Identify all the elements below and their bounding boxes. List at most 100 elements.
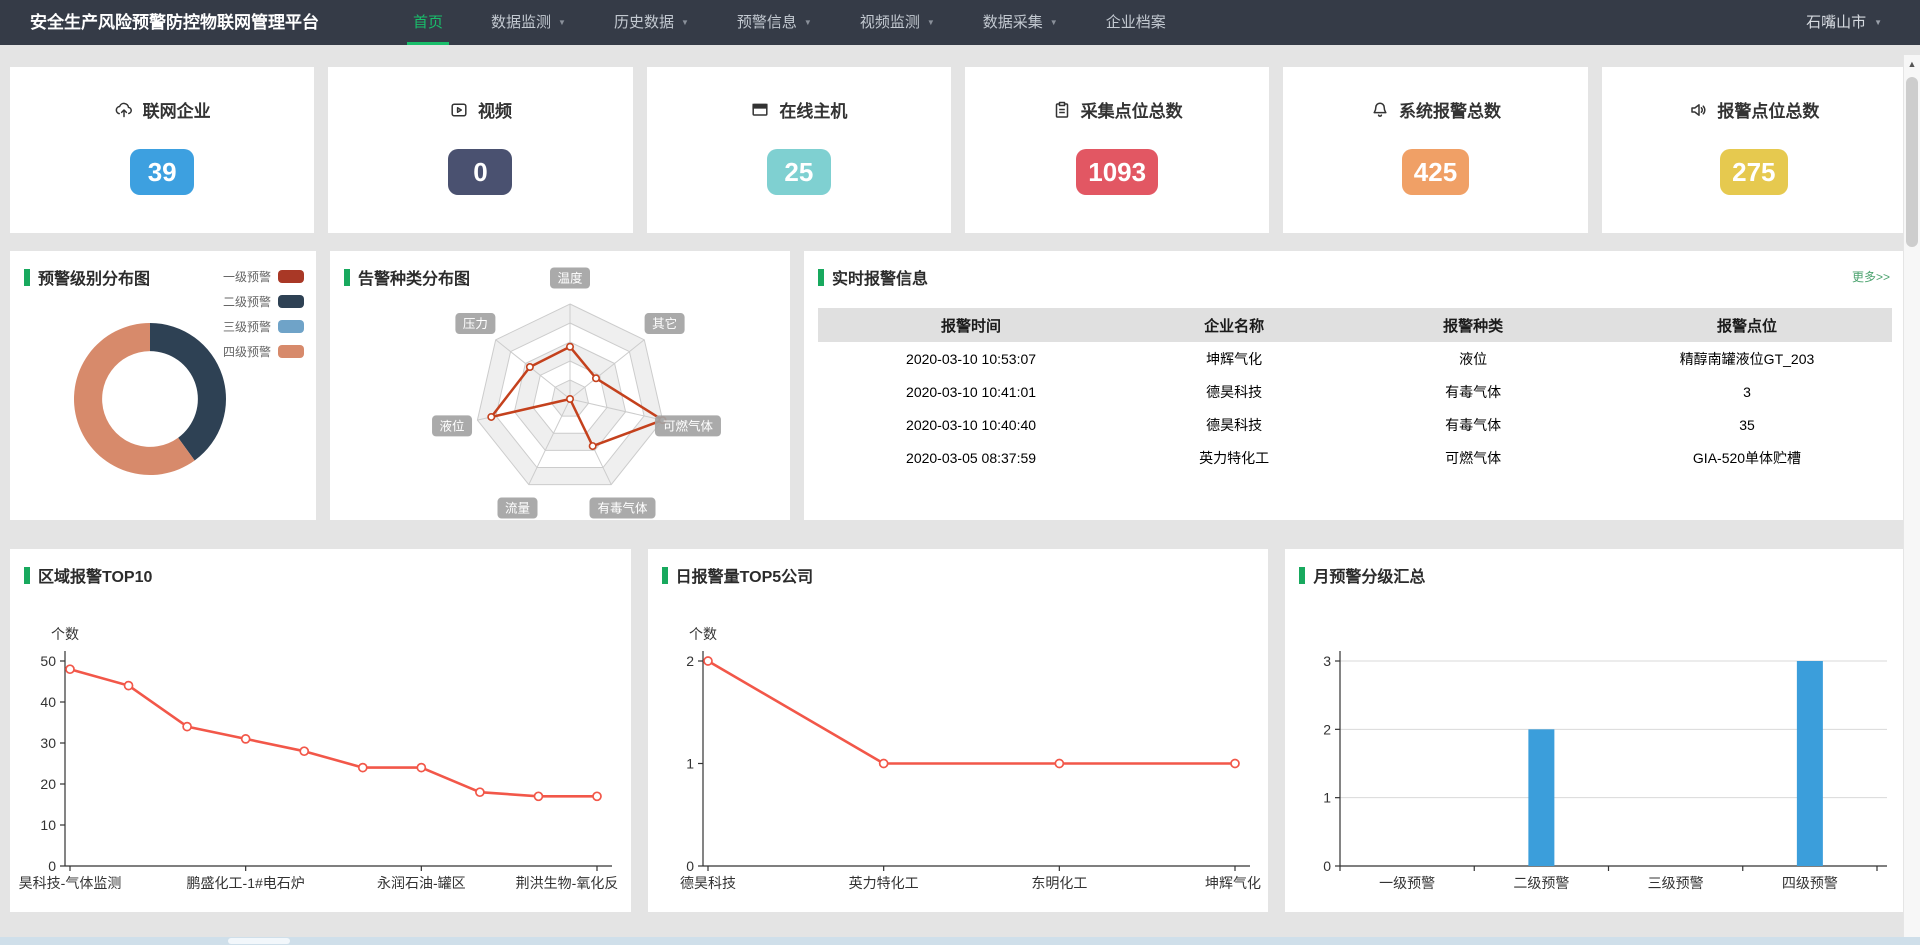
col-alarm-time: 报警时间 bbox=[818, 308, 1124, 342]
vertical-scrollbar-thumb[interactable] bbox=[1906, 77, 1918, 247]
table-row: 2020-03-05 08:37:59 英力特化工 可燃气体 GIA-520单体… bbox=[818, 441, 1892, 474]
horizontal-scrollbar[interactable] bbox=[0, 937, 1920, 945]
table-row: 2020-03-10 10:40:40 德昊科技 有毒气体 35 bbox=[818, 408, 1892, 441]
cell-alarm-time: 2020-03-10 10:40:40 bbox=[818, 408, 1124, 441]
legend-item: 四级预警 bbox=[223, 339, 304, 364]
table-row: 2020-03-10 10:53:07 坤辉气化 液位 精醇南罐液位GT_203 bbox=[818, 342, 1892, 375]
stat-label: 报警点位总数 bbox=[1717, 97, 1819, 122]
stat-card-alarm-points: 报警点位总数 275 bbox=[1602, 67, 1906, 233]
scroll-up-icon[interactable]: ▲ bbox=[1904, 55, 1920, 73]
nav-item-label: 企业档案 bbox=[1106, 14, 1166, 31]
svg-text:个数: 个数 bbox=[51, 626, 79, 642]
realtime-alarm-table-wrap: 报警时间 企业名称 报警种类 报警点位 2020-03-10 10:53:07 … bbox=[818, 308, 1892, 474]
nav-item[interactable]: 预警信息 ▼ bbox=[713, 0, 836, 45]
vertical-scrollbar[interactable]: ▲ bbox=[1903, 55, 1920, 937]
stat-card-system-alarms: 系统报警总数 425 bbox=[1283, 67, 1587, 233]
region-alarm-top10-line-chart: 01020304050个数昊科技-气体监测鹏盛化工-1#电石炉永润石油-罐区荆洪… bbox=[10, 576, 625, 906]
cell-alarm-point: 3 bbox=[1602, 375, 1892, 408]
stat-cards-row: 联网企业 39 视频 0 bbox=[10, 67, 1906, 233]
svg-text:个数: 个数 bbox=[689, 626, 717, 642]
nav-item-label: 预警信息 bbox=[737, 14, 797, 31]
speaker-icon bbox=[1688, 100, 1708, 120]
stat-value-badge: 0 bbox=[448, 149, 512, 195]
svg-text:压力: 压力 bbox=[463, 317, 488, 331]
col-enterprise-name: 企业名称 bbox=[1124, 308, 1344, 342]
svg-text:永润石油-罐区: 永润石油-罐区 bbox=[377, 875, 466, 891]
cell-alarm-time: 2020-03-10 10:53:07 bbox=[818, 342, 1124, 375]
cell-alarm-point: 精醇南罐液位GT_203 bbox=[1602, 342, 1892, 375]
panel-warning-level-distribution: 预警级别分布图 一级预警 二级预警 三级预警 bbox=[10, 251, 316, 520]
cell-alarm-type: 有毒气体 bbox=[1344, 408, 1602, 441]
cell-enterprise-name: 英力特化工 bbox=[1124, 441, 1344, 474]
stat-card-connected-enterprises: 联网企业 39 bbox=[10, 67, 314, 233]
title-marker bbox=[24, 269, 30, 286]
panel-title: 区域报警TOP10 bbox=[24, 563, 152, 587]
stat-value-badge: 1093 bbox=[1076, 149, 1158, 195]
cell-alarm-type: 有毒气体 bbox=[1344, 375, 1602, 408]
legend-label: 一级预警 bbox=[223, 268, 271, 285]
panel-title-text: 预警级别分布图 bbox=[38, 265, 150, 289]
stat-value-badge: 425 bbox=[1402, 149, 1469, 195]
chevron-down-icon: ▼ bbox=[681, 18, 689, 27]
horizontal-scrollbar-thumb[interactable] bbox=[228, 938, 290, 944]
stat-label: 视频 bbox=[478, 97, 512, 122]
chevron-down-icon: ▼ bbox=[804, 18, 812, 27]
realtime-alarm-table: 报警时间 企业名称 报警种类 报警点位 2020-03-10 10:53:07 … bbox=[818, 308, 1892, 474]
chevron-down-icon: ▼ bbox=[558, 18, 566, 27]
nav-item[interactable]: 首页▼ bbox=[389, 0, 467, 45]
alarm-type-radar-chart: 温度其它可燃气体有毒气体流量液位压力 bbox=[330, 251, 790, 520]
clipboard-icon bbox=[1052, 100, 1072, 120]
chevron-down-icon: ▼ bbox=[1874, 18, 1882, 27]
svg-text:鹏盛化工-1#电石炉: 鹏盛化工-1#电石炉 bbox=[187, 875, 305, 891]
legend-label: 二级预警 bbox=[223, 293, 271, 310]
panel-title: 预警级别分布图 bbox=[24, 265, 150, 289]
dashboard-main: 联网企业 39 视频 0 bbox=[0, 45, 1920, 912]
charts-row-top: 预警级别分布图 一级预警 二级预警 三级预警 bbox=[10, 251, 1906, 520]
nav-menu: 首页▼ 数据监测 ▼ 历史数据▼ 预警信息 ▼ 视频监测▼ 数据采集▼ 企业档案 bbox=[389, 0, 1190, 45]
nav-item[interactable]: 视频监测▼ bbox=[836, 0, 959, 45]
nav-item[interactable]: 数据监测 ▼ bbox=[467, 0, 590, 45]
svg-text:东明化工: 东明化工 bbox=[1031, 875, 1087, 891]
stat-value-badge: 25 bbox=[767, 149, 831, 195]
svg-text:30: 30 bbox=[40, 735, 56, 751]
chevron-down-icon: ▼ bbox=[927, 18, 935, 27]
nav-item[interactable]: 数据采集▼ bbox=[959, 0, 1082, 45]
panel-title: 实时报警信息 bbox=[818, 265, 928, 289]
nav-item-label: 数据监测 bbox=[491, 14, 551, 31]
stat-card-collection-points: 采集点位总数 1093 bbox=[965, 67, 1269, 233]
legend-swatch bbox=[278, 345, 304, 358]
legend-swatch bbox=[278, 270, 304, 283]
legend-swatch bbox=[278, 295, 304, 308]
panel-region-alarm-top10: 区域报警TOP10 01020304050个数昊科技-气体监测鹏盛化工-1#电石… bbox=[10, 549, 631, 912]
daily-alarm-top5-line-chart: 012个数德昊科技英力特化工东明化工坤辉气化 bbox=[648, 576, 1263, 906]
video-icon bbox=[449, 100, 469, 120]
monitor-icon bbox=[750, 100, 770, 120]
svg-text:荆洪生物-氧化反: 荆洪生物-氧化反 bbox=[516, 875, 619, 891]
legend-swatch bbox=[278, 320, 304, 333]
nav-item[interactable]: 历史数据▼ bbox=[590, 0, 713, 45]
region-selector[interactable]: 石嘴山市▼ bbox=[1806, 0, 1920, 45]
panel-title: 月预警分级汇总 bbox=[1299, 563, 1425, 587]
stat-value-badge: 275 bbox=[1720, 149, 1787, 195]
svg-text:有毒气体: 有毒气体 bbox=[597, 501, 648, 516]
panel-title-text: 实时报警信息 bbox=[832, 265, 928, 289]
cell-alarm-type: 液位 bbox=[1344, 342, 1602, 375]
table-header-row: 报警时间 企业名称 报警种类 报警点位 bbox=[818, 308, 1892, 342]
cell-alarm-point: GIA-520单体贮槽 bbox=[1602, 441, 1892, 474]
svg-text:温度: 温度 bbox=[557, 271, 583, 286]
cell-enterprise-name: 德昊科技 bbox=[1124, 408, 1344, 441]
legend-label: 三级预警 bbox=[223, 318, 271, 335]
bell-icon bbox=[1370, 100, 1390, 120]
title-marker bbox=[344, 269, 350, 286]
title-marker bbox=[662, 567, 668, 584]
cell-alarm-type: 可燃气体 bbox=[1344, 441, 1602, 474]
charts-row-bottom: 区域报警TOP10 01020304050个数昊科技-气体监测鹏盛化工-1#电石… bbox=[10, 549, 1906, 912]
svg-text:1: 1 bbox=[686, 756, 694, 772]
svg-text:20: 20 bbox=[40, 776, 56, 792]
svg-text:德昊科技: 德昊科技 bbox=[680, 875, 736, 891]
svg-text:0: 0 bbox=[48, 858, 56, 874]
panel-title: 日报警量TOP5公司 bbox=[662, 563, 814, 587]
nav-item[interactable]: 企业档案▼ bbox=[1082, 0, 1190, 45]
more-link[interactable]: 更多>> bbox=[1852, 268, 1890, 285]
svg-text:昊科技-气体监测: 昊科技-气体监测 bbox=[19, 875, 122, 891]
